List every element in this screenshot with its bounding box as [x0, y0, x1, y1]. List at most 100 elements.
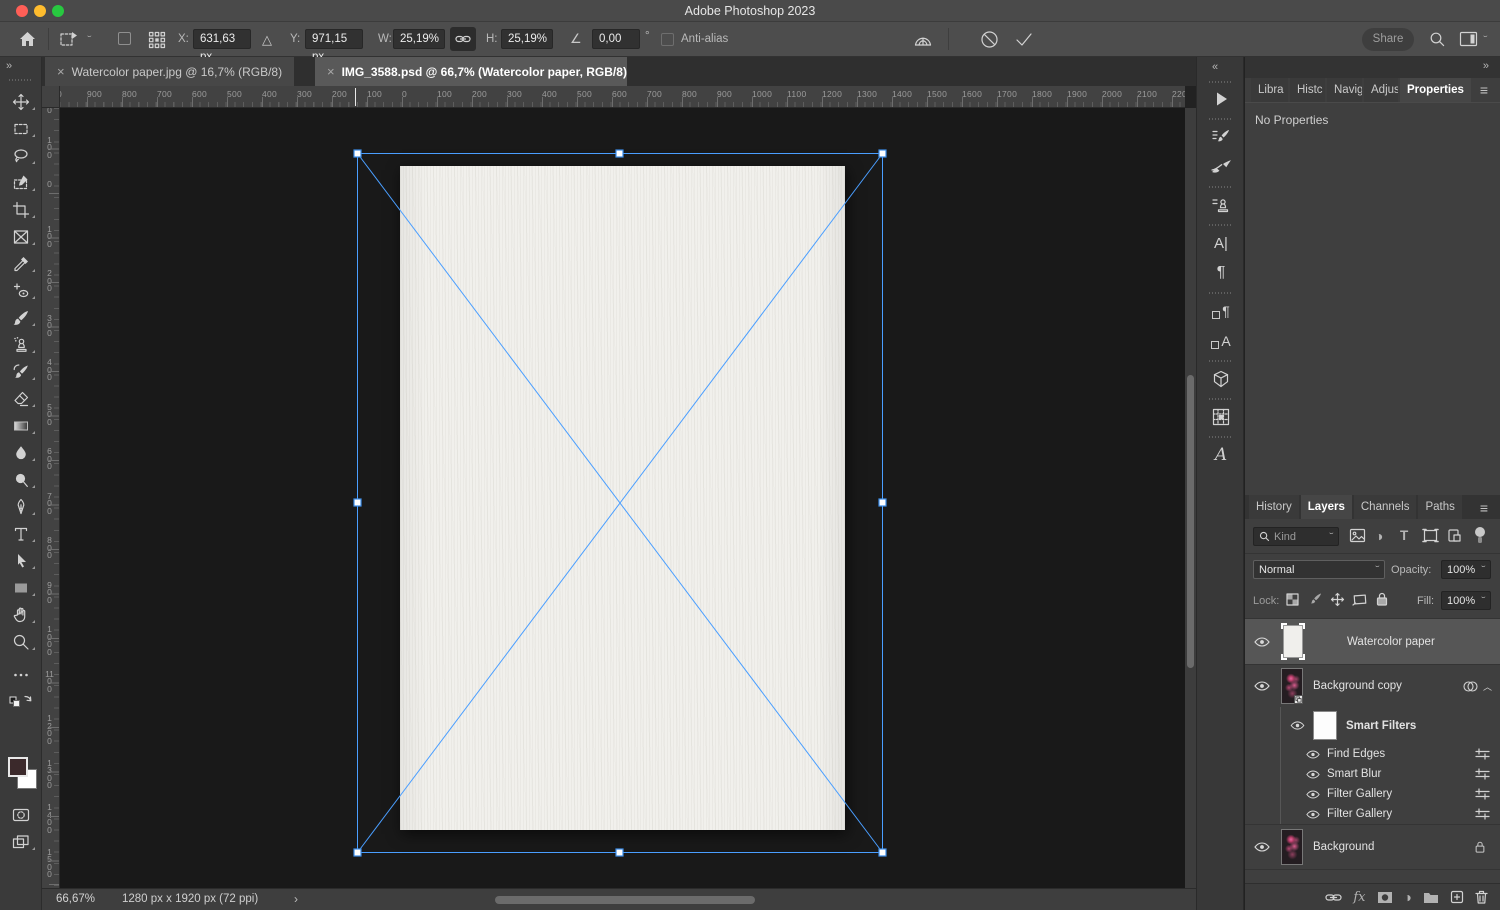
layer-style-fx-icon[interactable]: fx — [1353, 890, 1365, 905]
3d-panel-icon[interactable] — [1200, 365, 1242, 393]
type-tool[interactable] — [0, 520, 42, 547]
link-layers-icon[interactable] — [1325, 891, 1342, 904]
zoom-tool[interactable] — [0, 628, 42, 655]
new-group-icon[interactable] — [1423, 891, 1439, 904]
workspace-switcher-icon[interactable] — [1459, 31, 1478, 47]
visibility-eye-icon[interactable] — [1245, 842, 1279, 852]
relative-position-icon[interactable]: △ — [262, 32, 272, 48]
collapse-tools-icon[interactable]: » — [6, 60, 13, 72]
toggle-reference-point-checkbox[interactable] — [118, 32, 131, 45]
horizontal-scrollbar-thumb[interactable] — [495, 896, 755, 904]
filter-blending-options-icon[interactable] — [1475, 808, 1490, 820]
smart-filter-item[interactable]: Filter Gallery — [1280, 804, 1500, 824]
status-expand-icon[interactable]: › — [294, 892, 298, 906]
layer-filter-kind-dropdown[interactable]: Kind ˇ — [1253, 527, 1339, 546]
vertical-ruler[interactable]: 2001000100200300400500600700800900100011… — [42, 108, 60, 888]
glyphs-panel-icon[interactable]: A — [1200, 441, 1242, 469]
character-styles-panel-icon[interactable]: A — [1200, 327, 1242, 355]
filter-pixel-layers-icon[interactable] — [1349, 528, 1366, 543]
smart-filter-item[interactable]: Find Edges — [1280, 744, 1500, 764]
panel-menu-icon[interactable]: ≡ — [1480, 82, 1488, 98]
visibility-eye-icon[interactable] — [1299, 810, 1327, 819]
canvas[interactable] — [60, 108, 1185, 888]
history-brush-tool[interactable] — [0, 358, 42, 385]
layer-thumbnail[interactable] — [1281, 668, 1303, 704]
tab-adjustments[interactable]: Adjus — [1364, 78, 1398, 102]
filter-adjustment-layers-icon[interactable]: ◑ — [1375, 528, 1383, 544]
delete-layer-icon[interactable] — [1475, 890, 1488, 904]
pen-tool[interactable] — [0, 493, 42, 520]
visibility-eye-icon[interactable] — [1299, 750, 1327, 759]
filter-type-layers-icon[interactable]: T — [1400, 528, 1408, 543]
crop-tool[interactable] — [0, 196, 42, 223]
y-position-field[interactable]: 971,15 px — [305, 29, 363, 63]
close-tab-icon[interactable]: × — [327, 64, 335, 79]
visibility-eye-icon[interactable] — [1281, 721, 1313, 730]
smart-filter-mask-thumbnail[interactable] — [1313, 711, 1337, 740]
adjustment-layer-icon[interactable]: ◑ — [1404, 889, 1412, 905]
rotation-field[interactable]: 0,00 — [592, 29, 640, 49]
expand-dock-icon[interactable]: « — [1212, 61, 1219, 73]
vertical-scrollbar[interactable] — [1185, 108, 1196, 888]
collapse-panels-icon[interactable]: » — [1483, 60, 1490, 72]
document-tab-inactive[interactable]: × Watercolor paper.jpg @ 16,7% (RGB/8) — [45, 57, 295, 86]
move-tool[interactable] — [0, 88, 42, 115]
quick-mask-icon[interactable] — [0, 801, 42, 828]
layer-row-watercolor-paper[interactable]: Watercolor paper — [1245, 619, 1500, 664]
tab-navigator[interactable]: Navig — [1327, 78, 1362, 102]
transform-handle[interactable] — [878, 848, 887, 857]
smart-filter-item[interactable]: Smart Blur — [1280, 764, 1500, 784]
tab-libraries[interactable]: Libra — [1251, 78, 1288, 102]
paragraph-styles-panel-icon[interactable]: ¶ — [1200, 297, 1242, 325]
transform-tool-icon[interactable] — [58, 30, 80, 49]
brushes-panel-icon[interactable] — [1200, 153, 1242, 181]
transform-handle[interactable] — [615, 149, 624, 158]
spot-healing-tool[interactable] — [0, 277, 42, 304]
filter-blending-options-icon[interactable] — [1475, 768, 1490, 780]
tab-channels[interactable]: Channels — [1353, 495, 1417, 519]
transform-handle[interactable] — [878, 498, 887, 507]
brush-settings-panel-icon[interactable] — [1200, 123, 1242, 151]
brush-tool[interactable] — [0, 304, 42, 331]
lasso-tool[interactable] — [0, 142, 42, 169]
paragraph-panel-icon[interactable]: ¶ — [1200, 259, 1242, 287]
close-tab-icon[interactable]: × — [57, 64, 65, 79]
smart-filters-row[interactable]: Smart Filters — [1280, 707, 1500, 744]
tool-preset-chevron-icon[interactable]: ˇ — [87, 35, 91, 44]
hand-tool[interactable] — [0, 601, 42, 628]
visibility-eye-icon[interactable] — [1299, 790, 1327, 799]
filter-blending-options-icon[interactable] — [1475, 748, 1490, 760]
layer-row-background-copy[interactable]: Background copy ︿ — [1245, 665, 1500, 707]
add-layer-mask-icon[interactable] — [1377, 891, 1393, 904]
clone-source-panel-icon[interactable] — [1200, 191, 1242, 219]
collapse-filters-chevron-icon[interactable]: ︿ — [1483, 680, 1492, 693]
visibility-eye-icon[interactable] — [1245, 681, 1279, 691]
lock-all-icon[interactable] — [1375, 591, 1389, 607]
actions-panel-icon[interactable] — [1200, 85, 1242, 113]
height-field[interactable]: 25,19% — [501, 29, 553, 49]
reference-point-locator-icon[interactable] — [148, 31, 166, 49]
search-icon[interactable] — [1429, 31, 1446, 48]
filter-smart-objects-icon[interactable] — [1447, 528, 1462, 543]
smart-filter-item[interactable]: Filter Gallery — [1280, 784, 1500, 804]
tab-properties[interactable]: Properties — [1400, 78, 1471, 102]
character-panel-icon[interactable]: A| — [1200, 229, 1242, 257]
lock-position-icon[interactable] — [1330, 592, 1345, 607]
tab-histogram[interactable]: Histc — [1290, 78, 1325, 102]
eraser-tool[interactable] — [0, 385, 42, 412]
filter-shape-layers-icon[interactable] — [1422, 528, 1439, 543]
transform-handle[interactable] — [878, 149, 887, 158]
screen-mode-icon[interactable] — [0, 828, 42, 855]
zoom-level[interactable]: 66,67% — [56, 893, 95, 905]
document-tab-active[interactable]: × IMG_3588.psd @ 66,7% (Watercolor paper… — [315, 57, 627, 86]
anti-alias-checkbox[interactable] — [661, 33, 674, 46]
share-button[interactable]: Share — [1362, 28, 1414, 51]
maintain-aspect-ratio-button[interactable] — [450, 27, 476, 51]
modifier-grid-panel-icon[interactable] — [1200, 403, 1242, 431]
layer-thumbnail[interactable] — [1281, 623, 1305, 660]
width-field[interactable]: 25,19% — [393, 29, 445, 49]
new-layer-icon[interactable] — [1450, 890, 1464, 904]
path-selection-tool[interactable] — [0, 547, 42, 574]
blur-tool[interactable] — [0, 439, 42, 466]
frame-tool[interactable] — [0, 223, 42, 250]
